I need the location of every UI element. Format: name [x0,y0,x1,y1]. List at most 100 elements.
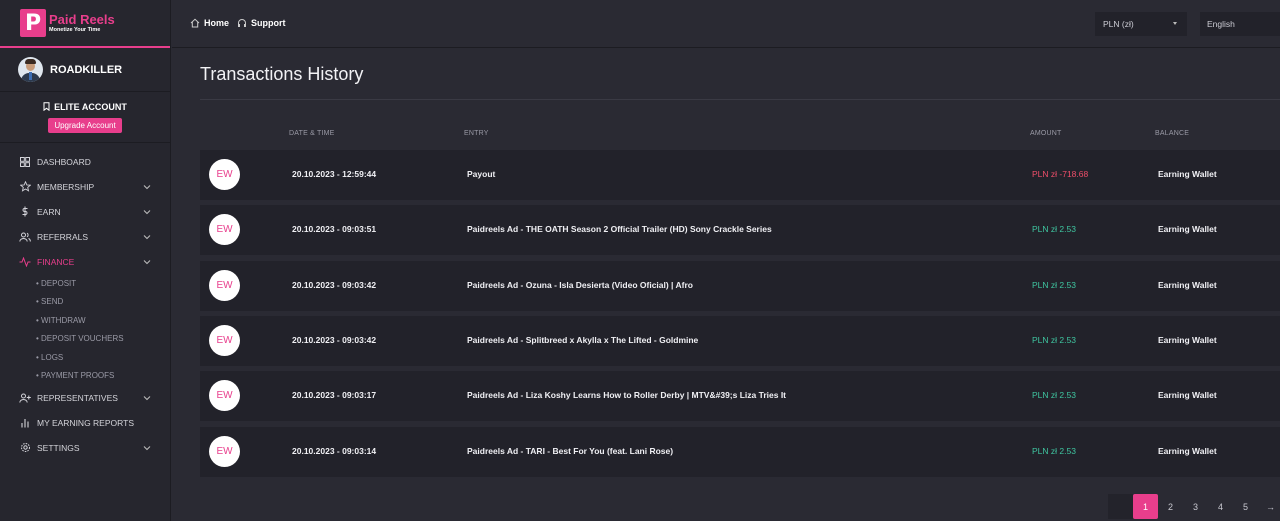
sidebar-nav: DASHBOARD MEMBERSHIP EARN REFERRALS FINANCE •… [0,143,170,460]
table-row: EW 20.10.2023 - 09:03:42 Paidreels Ad - Sp… [200,315,1280,366]
row-entry: Paidreels Ad - THE OATH Season 2 Officia… [467,224,772,235]
bookmark-icon [43,102,50,111]
upgrade-account-button[interactable]: Upgrade Account [48,117,122,133]
username: ROADKILLER [50,63,123,76]
brand-text: Paid Reels Monetize Your Time [49,11,115,34]
sidebar-item-label: DASHBOARD [37,156,91,167]
language-value: English [1207,19,1235,29]
row-entry: Paidreels Ad - Liza Koshy Learns How to … [467,390,787,401]
brand-name: Paid Reels [49,11,115,27]
sidebar-item-my-earning-reports[interactable]: MY EARNING REPORTS [0,410,170,435]
activity-icon [19,256,31,268]
wallet-badge: EW [209,159,240,190]
chevron-down-icon [143,207,151,217]
sidebar-item-referrals[interactable]: REFERRALS [0,224,170,249]
row-balance: Earning Wallet [1158,390,1217,401]
row-date: 20.10.2023 - 09:03:42 [292,279,377,290]
wallet-badge: EW [209,380,240,412]
logo-icon: P [20,9,46,37]
home-icon [190,18,200,28]
column-header-entry: ENTRY [464,130,489,137]
table-row: EW 20.10.2023 - 09:03:14 Paidreels Ad - TA… [200,426,1280,477]
home-link[interactable]: Home [190,18,229,28]
divider [200,99,1280,100]
avatar [18,57,43,82]
dollar-icon [19,206,31,218]
user-plus-icon [19,392,31,404]
account-type-label: ELITE ACCOUNT [54,101,127,112]
row-balance: Earning Wallet [1158,445,1217,456]
sidebar: P Paid Reels Monetize Your Time ROADKILL… [0,0,171,521]
row-date: 20.10.2023 - 09:03:51 [292,224,377,235]
sidebar-item-label: EARN [37,206,61,217]
next-page-button[interactable]: → [1258,494,1280,519]
chevron-down-icon [143,257,151,267]
row-date: 20.10.2023 - 12:59:44 [292,169,377,179]
finance-subitem[interactable]: • LOGS [0,348,170,367]
page-numbers: 12345 [1133,494,1258,521]
sidebar-item-finance[interactable]: FINANCE [0,249,170,274]
row-entry: Paidreels Ad - TARI - Best For You (feat… [467,445,674,456]
finance-subitem[interactable]: • WITHDRAW [0,311,170,330]
wallet-badge: EW [209,269,240,301]
sidebar-item-dashboard[interactable]: DASHBOARD [0,149,170,174]
brand[interactable]: P Paid Reels Monetize Your Time [0,0,170,48]
column-header-date: DATE & TIME [289,130,335,137]
headphones-icon [238,19,246,27]
wallet-badge: EW [209,324,240,356]
gear-icon [19,442,31,454]
row-amount: PLN zł 2.53 [1032,334,1076,345]
users-icon [19,231,31,243]
caret-down-icon [1173,22,1177,25]
table-row: EW 20.10.2023 - 12:59:44 Payout PLN zł -718… [200,150,1280,200]
sidebar-item-label: REPRESENTATIVES [37,392,118,403]
row-entry: Paidreels Ad - Splitbreed x Akylla x The… [467,334,699,345]
sidebar-item-label: MY EARNING REPORTS [37,417,134,428]
currency-select[interactable]: PLN (zł) [1095,12,1187,36]
support-link[interactable]: Support [237,18,286,28]
table-row: EW 20.10.2023 - 09:03:42 Paidreels Ad - Oz… [200,260,1280,311]
row-amount: PLN zł 2.53 [1032,390,1076,401]
table-row: EW 20.10.2023 - 09:03:17 Paidreels Ad - Li… [200,371,1280,422]
account-panel: ELITE ACCOUNT Upgrade Account [0,92,170,143]
row-date: 20.10.2023 - 09:03:42 [292,334,377,345]
row-balance: Earning Wallet [1158,169,1217,179]
row-amount: PLN zł 2.53 [1032,279,1076,290]
row-balance: Earning Wallet [1158,334,1217,345]
home-label: Home [204,18,230,28]
row-date: 20.10.2023 - 09:03:17 [292,390,377,401]
language-select[interactable]: English [1200,12,1280,36]
row-balance: Earning Wallet [1158,224,1217,235]
page-4-button[interactable]: 4 [1208,494,1233,519]
topbar: Home Support PLN (zł) English [172,0,1280,48]
brand-tagline: Monetize Your Time [49,26,101,33]
sidebar-item-representatives[interactable]: REPRESENTATIVES [0,385,170,410]
page-3-button[interactable]: 3 [1183,494,1208,519]
prev-page-button[interactable] [1108,494,1133,519]
wallet-badge: EW [209,214,240,246]
page-5-button[interactable]: 5 [1233,494,1258,519]
account-type: ELITE ACCOUNT [43,102,127,112]
finance-subitem[interactable]: • DEPOSIT [0,274,170,293]
row-amount: PLN zł 2.53 [1032,445,1076,456]
sidebar-item-label: FINANCE [37,256,75,267]
row-entry: Payout [467,169,496,179]
finance-subitem[interactable]: • PAYMENT PROOFS [0,367,170,386]
table-row: EW 20.10.2023 - 09:03:51 Paidreels Ad - TH… [200,205,1280,256]
sidebar-item-earn[interactable]: EARN [0,199,170,224]
row-amount: PLN zł 2.53 [1032,224,1076,235]
wallet-badge: EW [209,435,240,467]
row-balance: Earning Wallet [1158,279,1217,290]
star-icon [19,181,31,193]
chevron-down-icon [143,393,151,403]
finance-subitem[interactable]: • SEND [0,293,170,312]
sidebar-item-settings[interactable]: SETTINGS [0,435,170,460]
page-2-button[interactable]: 2 [1158,494,1183,519]
finance-subitem[interactable]: • DEPOSIT VOUCHERS [0,330,170,349]
chevron-down-icon [143,182,151,192]
page-1-button[interactable]: 1 [1133,494,1158,519]
row-amount: PLN zł -718.68 [1032,169,1089,179]
dashboard-icon [19,156,31,168]
sidebar-item-membership[interactable]: MEMBERSHIP [0,174,170,199]
user-profile[interactable]: ROADKILLER [0,48,170,92]
